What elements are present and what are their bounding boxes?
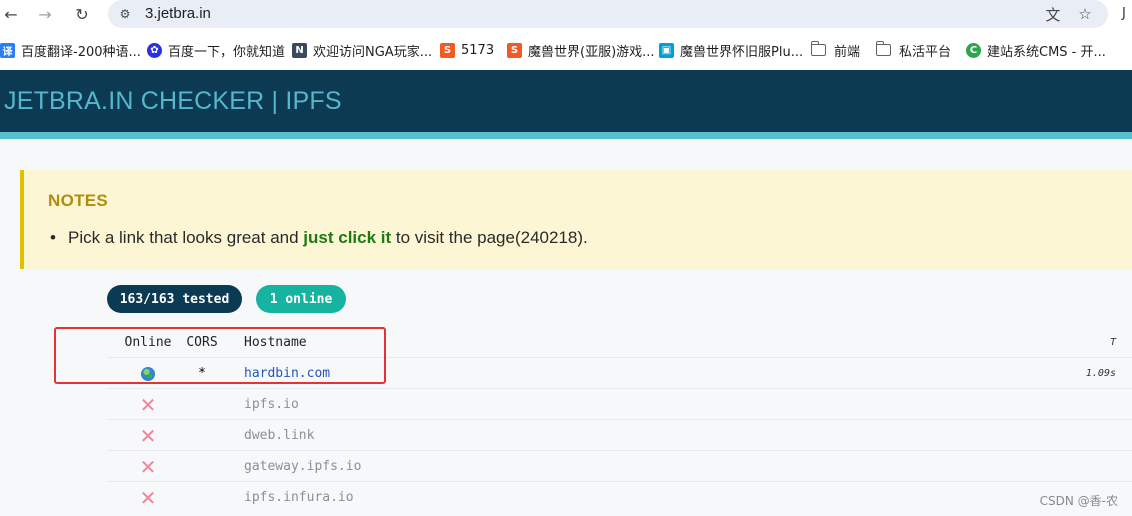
column-header-hostname: Hostname: [244, 335, 307, 350]
baidu-translate-icon: 译: [0, 42, 15, 58]
cross-icon: ✕: [139, 454, 157, 479]
table-header-row: Online CORS Hostname T: [107, 327, 1132, 358]
hostname-text: ipfs.io: [244, 397, 299, 412]
bookmark-baidu[interactable]: ✿ 百度一下，你就知道: [147, 41, 285, 60]
cross-icon: ✕: [139, 392, 157, 417]
star-icon[interactable]: ☆: [1075, 4, 1095, 24]
column-header-online: Online: [124, 335, 172, 350]
header-divider: [0, 132, 1132, 139]
hostname-text: gateway.ipfs.io: [244, 459, 362, 474]
url-text[interactable]: 3.jetbra.in: [145, 5, 211, 22]
bookmark-folder-freelance[interactable]: 私活平台: [875, 41, 951, 60]
online-status-cell: ✕: [107, 482, 189, 513]
notes-callout: NOTES • Pick a link that looks great and …: [20, 170, 1132, 269]
online-count-badge: 1 online: [256, 285, 346, 313]
notes-title: NOTES: [48, 191, 109, 210]
column-header-cors: CORS: [186, 335, 218, 350]
back-button[interactable]: ←: [0, 3, 22, 25]
page-title: JETBRA.IN CHECKER | IPFS: [4, 87, 342, 115]
site-header: JETBRA.IN CHECKER | IPFS: [0, 70, 1132, 132]
column-header-time: T: [1109, 337, 1116, 348]
hostname-text: dweb.link: [244, 428, 315, 443]
forward-button[interactable]: →: [34, 3, 56, 25]
online-status-cell: ✕: [107, 451, 189, 482]
table-row: ✕ gateway.ipfs.io: [107, 451, 1132, 482]
tested-count-badge: 163/163 tested: [107, 285, 242, 313]
folder-icon: [810, 41, 826, 56]
5173-icon: S: [440, 42, 455, 58]
wow-asia-icon: S: [507, 42, 522, 58]
response-time: 1.09s: [1085, 368, 1116, 379]
table-row: ✕ ipfs.io: [107, 389, 1132, 420]
translate-icon[interactable]: 文: [1043, 4, 1063, 24]
cors-cell: *: [198, 366, 206, 381]
bullet-icon: •: [50, 228, 56, 247]
table-row: ✕ ipfs.infura.io: [107, 482, 1132, 513]
bookmark-wow-asia[interactable]: S 魔兽世界(亚服)游戏...: [507, 41, 655, 60]
bookmark-nga[interactable]: N 欢迎访问NGA玩家...: [292, 41, 432, 60]
watermark: CSDN @香-农: [1039, 494, 1118, 508]
table-row: * hardbin.com 1.09s: [107, 358, 1132, 389]
notes-text-before: Pick a link that looks great and: [68, 228, 304, 247]
folder-icon: [875, 41, 891, 56]
extension-icon[interactable]: J: [1122, 6, 1126, 21]
browser-toolbar: ← → ↻ ⚙ 3.jetbra.in 文 ☆ J: [0, 0, 1132, 30]
table-row: ✕ dweb.link: [107, 420, 1132, 451]
bilibili-icon: ▣: [659, 42, 674, 58]
hostname-text: ipfs.infura.io: [244, 490, 354, 505]
notes-emphasis: just click it: [303, 228, 392, 247]
cms-icon: C: [966, 42, 981, 58]
cross-icon: ✕: [139, 485, 157, 510]
bookmark-5173[interactable]: S 5173: [440, 41, 494, 59]
online-status-cell: ✕: [107, 389, 189, 420]
bookmark-baidu-translate[interactable]: 译 百度翻译-200种语...: [0, 41, 141, 60]
cross-icon: ✕: [139, 423, 157, 448]
bookmarks-bar: 译 百度翻译-200种语... ✿ 百度一下，你就知道 N 欢迎访问NGA玩家.…: [0, 30, 1132, 70]
address-bar[interactable]: ⚙ 3.jetbra.in 文 ☆: [108, 0, 1108, 28]
bookmark-folder-frontend[interactable]: 前端: [810, 41, 860, 60]
online-status-cell: [107, 358, 189, 389]
globe-icon: [141, 366, 155, 381]
bookmark-wow-classic[interactable]: ▣ 魔兽世界怀旧服Plu...: [659, 41, 803, 60]
baidu-paw-icon: ✿: [147, 42, 162, 58]
reload-button[interactable]: ↻: [71, 3, 93, 25]
bookmark-cms[interactable]: C 建站系统CMS - 开...: [966, 41, 1106, 60]
site-info-icon[interactable]: ⚙: [116, 6, 134, 22]
hostname-link[interactable]: hardbin.com: [244, 358, 330, 389]
nga-icon: N: [292, 42, 307, 58]
notes-list-item: • Pick a link that looks great and just c…: [50, 228, 588, 248]
online-status-cell: ✕: [107, 420, 189, 451]
notes-text-after: to visit the page(240218).: [391, 228, 588, 247]
